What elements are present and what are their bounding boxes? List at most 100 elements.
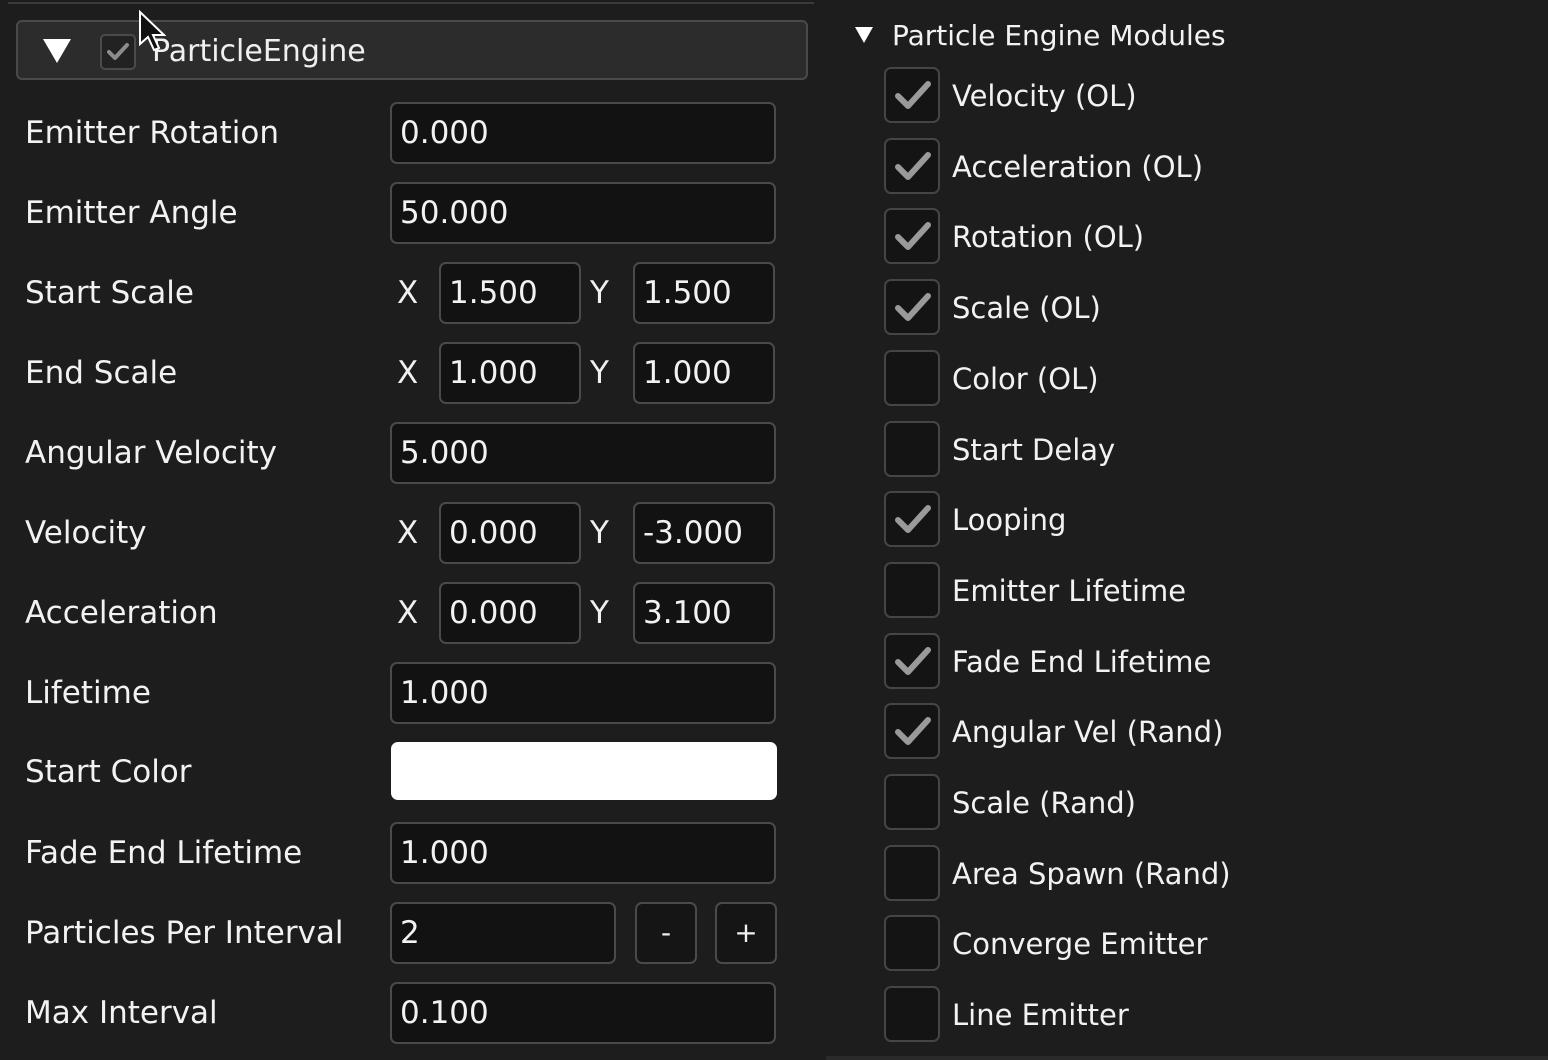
max-interval-input[interactable]: 0.100 — [390, 982, 776, 1044]
checkmark-icon — [895, 222, 931, 250]
divider — [826, 1056, 1548, 1060]
angular-velocity-input[interactable]: 5.000 — [390, 422, 776, 484]
module-item[interactable]: Scale (OL) — [884, 279, 1504, 337]
module-checkbox[interactable] — [884, 774, 940, 830]
emitter-angle-label: Emitter Angle — [25, 195, 238, 231]
increment-button[interactable]: + — [715, 902, 777, 964]
module-checkbox[interactable] — [884, 986, 940, 1042]
acceleration-y-input[interactable]: 3.100 — [633, 582, 775, 644]
emitter-rotation-label: Emitter Rotation — [25, 115, 280, 151]
module-item[interactable]: Angular Vel (Rand) — [884, 703, 1504, 761]
end-scale-y-label: Y — [590, 355, 609, 391]
module-item[interactable]: Area Spawn (Rand) — [884, 845, 1504, 903]
start-scale-y-label: Y — [590, 275, 609, 311]
acceleration-y-label: Y — [590, 595, 609, 631]
checkmark-icon — [895, 152, 931, 180]
lifetime-label: Lifetime — [25, 675, 151, 711]
divider — [8, 2, 814, 4]
velocity-y-input[interactable]: -3.000 — [633, 502, 775, 564]
acceleration-x-label: X — [397, 595, 419, 631]
module-label: Acceleration (OL) — [952, 150, 1204, 184]
module-item[interactable]: Converge Emitter — [884, 915, 1504, 973]
module-item[interactable]: Acceleration (OL) — [884, 138, 1504, 196]
end-scale-x-label: X — [397, 355, 419, 391]
module-checkbox[interactable] — [884, 67, 940, 123]
checkmark-icon — [895, 647, 931, 675]
module-checkbox[interactable] — [884, 703, 940, 759]
module-checkbox[interactable] — [884, 208, 940, 264]
collapse-arrow-icon[interactable] — [854, 26, 874, 44]
collapse-arrow-icon[interactable] — [42, 38, 72, 64]
velocity-x-input[interactable]: 0.000 — [439, 502, 581, 564]
end-scale-y-input[interactable]: 1.000 — [633, 342, 775, 404]
module-checkbox[interactable] — [884, 915, 940, 971]
particles-per-interval-label: Particles Per Interval — [25, 915, 344, 951]
module-item[interactable]: Velocity (OL) — [884, 67, 1504, 125]
start-color-swatch[interactable] — [391, 742, 777, 800]
module-item[interactable]: Looping — [884, 491, 1504, 549]
particle-engine-inspector: ParticleEngine Emitter Rotation 0.000 Em… — [0, 0, 826, 1060]
checkmark-icon — [107, 43, 129, 60]
module-checkbox[interactable] — [884, 845, 940, 901]
module-label: Rotation (OL) — [952, 220, 1145, 254]
emitter-rotation-input[interactable]: 0.000 — [390, 102, 776, 164]
particles-per-interval-row: Particles Per Interval 2 - + — [0, 902, 826, 964]
module-label: Velocity (OL) — [952, 79, 1137, 113]
module-item[interactable]: Scale (Rand) — [884, 774, 1504, 832]
component-title: ParticleEngine — [152, 34, 366, 69]
module-checkbox[interactable] — [884, 138, 940, 194]
module-checkbox[interactable] — [884, 279, 940, 335]
start-scale-x-label: X — [397, 275, 419, 311]
module-label: Emitter Lifetime — [952, 574, 1187, 608]
module-checkbox[interactable] — [884, 491, 940, 547]
checkmark-icon — [895, 293, 931, 321]
velocity-y-label: Y — [590, 515, 609, 551]
fade-end-lifetime-input[interactable]: 1.000 — [390, 822, 776, 884]
component-header[interactable]: ParticleEngine — [16, 20, 808, 80]
acceleration-x-input[interactable]: 0.000 — [439, 582, 581, 644]
module-item[interactable]: Start Delay — [884, 421, 1504, 479]
modules-title: Particle Engine Modules — [892, 19, 1226, 52]
particle-engine-modules-panel: Particle Engine Modules Velocity (OL) Acc… — [826, 0, 1548, 1060]
module-label: Scale (OL) — [952, 291, 1101, 325]
start-scale-x-input[interactable]: 1.500 — [439, 262, 581, 324]
module-label: Line Emitter — [952, 998, 1129, 1032]
velocity-x-label: X — [397, 515, 419, 551]
module-label: Start Delay — [952, 433, 1116, 467]
mouse-cursor-icon — [139, 10, 166, 52]
module-checkbox[interactable] — [884, 421, 940, 477]
module-item[interactable]: Fade End Lifetime — [884, 633, 1504, 691]
module-label: Converge Emitter — [952, 927, 1208, 961]
module-label: Scale (Rand) — [952, 786, 1136, 820]
lifetime-input[interactable]: 1.000 — [390, 662, 776, 724]
module-item[interactable]: Line Emitter — [884, 986, 1504, 1044]
checkmark-icon — [895, 81, 931, 109]
lifetime-row: Lifetime 1.000 — [0, 662, 826, 724]
start-scale-y-input[interactable]: 1.500 — [633, 262, 775, 324]
module-checkbox[interactable] — [884, 633, 940, 689]
module-checkbox[interactable] — [884, 562, 940, 618]
decrement-button[interactable]: - — [635, 902, 697, 964]
emitter-rotation-row: Emitter Rotation 0.000 — [0, 102, 826, 164]
start-scale-row: Start Scale X 1.500 Y 1.500 — [0, 262, 826, 324]
module-label: Area Spawn (Rand) — [952, 857, 1231, 891]
end-scale-label: End Scale — [25, 355, 178, 391]
module-item[interactable]: Rotation (OL) — [884, 208, 1504, 266]
end-scale-x-input[interactable]: 1.000 — [439, 342, 581, 404]
checkmark-icon — [895, 717, 931, 745]
module-checkbox[interactable] — [884, 350, 940, 406]
emitter-angle-input[interactable]: 50.000 — [390, 182, 776, 244]
module-item[interactable]: Color (OL) — [884, 350, 1504, 408]
max-interval-row: Max Interval 0.100 — [0, 982, 826, 1044]
velocity-label: Velocity — [25, 515, 147, 551]
max-interval-label: Max Interval — [25, 995, 218, 1031]
module-label: Fade End Lifetime — [952, 645, 1212, 679]
angular-velocity-row: Angular Velocity 5.000 — [0, 422, 826, 484]
particles-per-interval-input[interactable]: 2 — [390, 902, 616, 964]
module-label: Color (OL) — [952, 362, 1099, 396]
acceleration-label: Acceleration — [25, 595, 218, 631]
fade-end-lifetime-label: Fade End Lifetime — [25, 835, 303, 871]
component-enabled-checkbox[interactable] — [100, 34, 136, 70]
module-item[interactable]: Emitter Lifetime — [884, 562, 1504, 620]
module-label: Angular Vel (Rand) — [952, 715, 1224, 749]
